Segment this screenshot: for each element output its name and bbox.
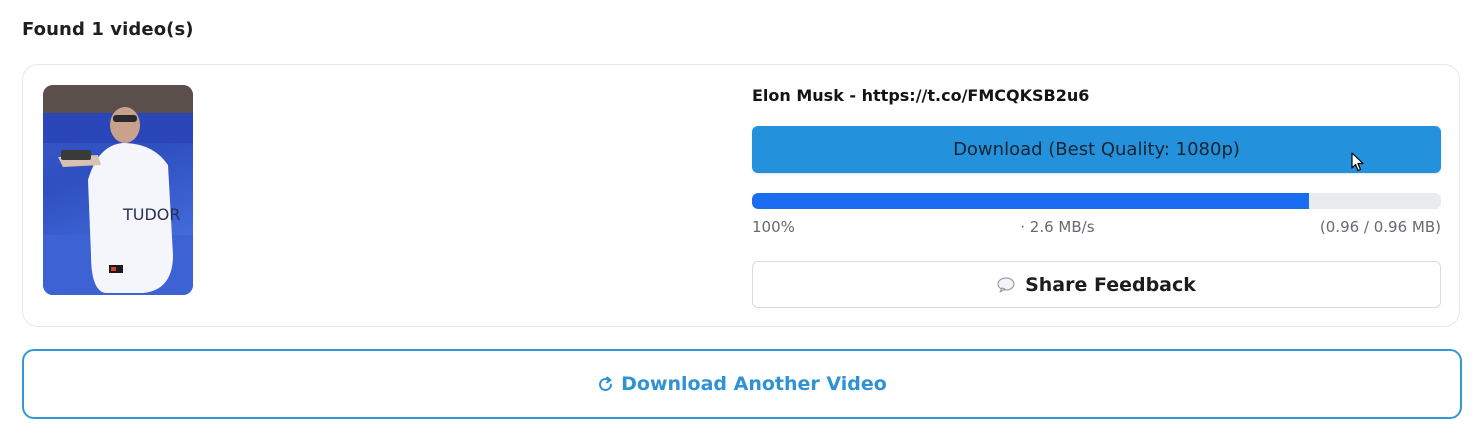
download-another-video-button[interactable]: Download Another Video bbox=[22, 349, 1462, 419]
speech-bubble-icon bbox=[997, 276, 1015, 293]
video-title: Elon Musk - https://t.co/FMCQKSB2u6 bbox=[752, 86, 1090, 105]
share-feedback-button[interactable]: Share Feedback bbox=[752, 261, 1441, 308]
video-thumbnail: TUDOR bbox=[43, 85, 193, 295]
video-thumbnail-image: TUDOR bbox=[43, 85, 193, 295]
download-another-video-label: Download Another Video bbox=[621, 373, 887, 395]
video-info-panel: Elon Musk - https://t.co/FMCQKSB2u6 Down… bbox=[752, 65, 1442, 326]
share-feedback-label: Share Feedback bbox=[1025, 273, 1196, 296]
download-size: (0.96 / 0.96 MB) bbox=[1319, 218, 1441, 236]
download-speed: · 2.6 MB/s bbox=[1020, 218, 1095, 236]
found-videos-heading: Found 1 video(s) bbox=[22, 19, 194, 40]
download-progress-bar bbox=[752, 193, 1441, 209]
download-best-quality-button[interactable]: Download (Best Quality: 1080p) bbox=[752, 126, 1441, 173]
progress-percent: 100% bbox=[752, 218, 795, 236]
progress-stats: 100% · 2.6 MB/s (0.96 / 0.96 MB) bbox=[752, 218, 1441, 236]
video-result-card: TUDOR Elon Musk - https://t.co/FMCQKSB2u… bbox=[22, 64, 1460, 327]
download-progress-fill bbox=[752, 193, 1309, 209]
svg-text:TUDOR: TUDOR bbox=[122, 205, 181, 224]
refresh-icon bbox=[597, 376, 614, 393]
